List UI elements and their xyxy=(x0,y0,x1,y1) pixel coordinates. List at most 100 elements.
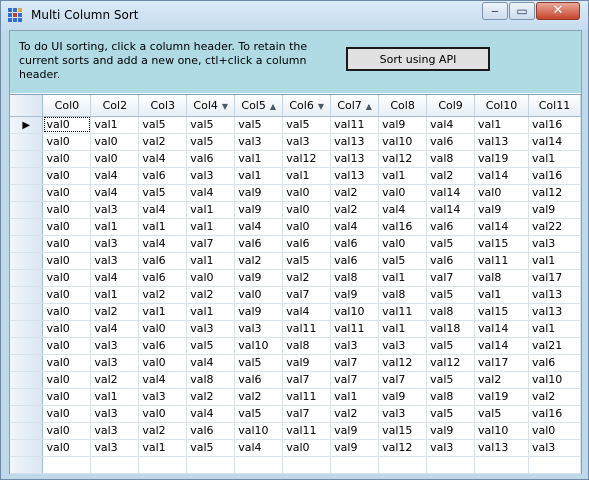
row-header-cell[interactable] xyxy=(10,354,44,372)
grid-cell[interactable]: val8 xyxy=(378,286,428,304)
grid-cell[interactable]: val6 xyxy=(186,150,236,168)
grid-cell[interactable]: val8 xyxy=(426,303,476,321)
grid-cell[interactable] xyxy=(42,456,92,474)
grid-cell[interactable]: val5 xyxy=(138,116,188,134)
grid-cell[interactable]: val14 xyxy=(426,184,476,202)
table-row[interactable]: val0 val0 val4 val6 val1 val12 val13 val12 val8 v… xyxy=(10,150,582,168)
grid-cell[interactable]: val0 xyxy=(42,286,92,304)
grid-cell[interactable]: val1 xyxy=(138,439,188,457)
grid-cell[interactable]: val0 xyxy=(42,371,92,389)
row-header-cell[interactable] xyxy=(10,320,44,338)
grid-cell[interactable]: val0 xyxy=(90,133,140,151)
close-button[interactable]: ✕ xyxy=(536,2,580,20)
grid-cell[interactable]: val1 xyxy=(528,150,582,168)
grid-cell[interactable]: val9 xyxy=(330,439,380,457)
grid-cell[interactable]: val4 xyxy=(186,184,236,202)
grid-cell[interactable] xyxy=(282,456,332,474)
grid-cell[interactable]: val0 xyxy=(42,116,92,134)
grid-cell[interactable]: val9 xyxy=(426,422,476,440)
grid-cell[interactable]: val0 xyxy=(138,405,188,423)
grid-cell[interactable]: val19 xyxy=(474,150,529,168)
grid-cell[interactable]: val7 xyxy=(282,371,332,389)
grid-cell[interactable]: val3 xyxy=(234,320,284,338)
grid-cell[interactable]: val2 xyxy=(282,269,332,287)
grid-cell[interactable] xyxy=(138,456,188,474)
grid-cell[interactable]: val6 xyxy=(426,252,476,270)
grid-cell[interactable]: val2 xyxy=(474,371,529,389)
grid-cell[interactable]: val21 xyxy=(528,337,582,355)
grid-cell[interactable]: val10 xyxy=(474,422,529,440)
grid-cell[interactable]: val10 xyxy=(330,303,380,321)
grid-cell[interactable]: val10 xyxy=(528,371,582,389)
table-row[interactable]: val0 val4 val5 val4 val9 val0 val2 val0 val14 val… xyxy=(10,184,582,202)
column-header-col10[interactable]: Col10 xyxy=(474,95,529,117)
grid-cell[interactable]: val12 xyxy=(378,150,428,168)
grid-cell[interactable]: val18 xyxy=(426,320,476,338)
grid-cell[interactable]: val6 xyxy=(186,422,236,440)
column-header-col8[interactable]: Col8 xyxy=(378,95,428,117)
grid-cell[interactable]: val7 xyxy=(282,405,332,423)
grid-cell[interactable] xyxy=(90,456,140,474)
grid-cell[interactable]: val6 xyxy=(138,337,188,355)
row-header-cell[interactable] xyxy=(10,201,44,219)
grid-cell[interactable]: val0 xyxy=(186,269,236,287)
grid-cell[interactable]: val13 xyxy=(330,167,380,185)
grid-cell[interactable]: val3 xyxy=(426,439,476,457)
grid-cell[interactable]: val0 xyxy=(42,235,92,253)
table-row[interactable]: val0 val3 val4 val1 val9 val0 val2 val4 val14 val… xyxy=(10,201,582,219)
grid-cell[interactable]: val3 xyxy=(90,337,140,355)
grid-cell[interactable]: val12 xyxy=(378,354,428,372)
grid-cell[interactable]: val3 xyxy=(90,405,140,423)
grid-cell[interactable] xyxy=(234,456,284,474)
column-header-col2[interactable]: Col2 xyxy=(90,95,140,117)
grid-cell[interactable]: val1 xyxy=(330,388,380,406)
table-row[interactable]: val0 val4 val0 val3 val3 val11 val11 val1 val18 v… xyxy=(10,320,582,338)
grid-cell[interactable]: val6 xyxy=(138,167,188,185)
grid-cell[interactable]: val14 xyxy=(474,337,529,355)
row-header-cell[interactable] xyxy=(10,439,44,457)
grid-cell[interactable]: val4 xyxy=(138,235,188,253)
grid-cell[interactable]: val2 xyxy=(138,133,188,151)
grid-cell[interactable] xyxy=(474,456,529,474)
grid-cell[interactable]: val3 xyxy=(90,354,140,372)
grid-cell[interactable]: val11 xyxy=(474,252,529,270)
grid-cell[interactable]: val7 xyxy=(282,286,332,304)
grid-cell[interactable]: val7 xyxy=(426,269,476,287)
grid-cell[interactable]: val1 xyxy=(378,269,428,287)
sort-using-api-button[interactable]: Sort using API xyxy=(346,47,490,71)
grid-cell[interactable] xyxy=(378,456,428,474)
grid-cell[interactable]: val1 xyxy=(234,167,284,185)
grid-cell[interactable]: val14 xyxy=(474,218,529,236)
row-header-cell[interactable] xyxy=(10,405,44,423)
grid-cell[interactable]: val5 xyxy=(426,405,476,423)
grid-cell[interactable]: val0 xyxy=(42,252,92,270)
grid-cell[interactable]: val6 xyxy=(234,235,284,253)
grid-cell[interactable]: val22 xyxy=(528,218,582,236)
data-grid[interactable]: Col0 Col2 Col3 Col4 ▼ Col5 ▲ Col6 ▼ Col7 ▲ Col8 Col9… xyxy=(10,94,582,474)
row-header-cell[interactable] xyxy=(10,133,44,151)
grid-cell[interactable]: val1 xyxy=(186,218,236,236)
grid-cell[interactable]: val12 xyxy=(528,184,582,202)
grid-cell[interactable]: val13 xyxy=(330,150,380,168)
grid-cell[interactable]: val0 xyxy=(282,201,332,219)
grid-cell[interactable]: val1 xyxy=(90,116,140,134)
column-header-col0[interactable]: Col0 xyxy=(42,95,92,117)
row-header-cell[interactable] xyxy=(10,456,44,474)
grid-cell[interactable]: val4 xyxy=(90,167,140,185)
row-header-cell[interactable] xyxy=(10,337,44,355)
grid-cell[interactable]: val0 xyxy=(138,354,188,372)
grid-cell[interactable]: val17 xyxy=(474,354,529,372)
column-header-col4[interactable]: Col4 ▼ xyxy=(186,95,236,117)
grid-cell[interactable]: val2 xyxy=(138,286,188,304)
grid-cell[interactable] xyxy=(330,456,380,474)
grid-cell[interactable]: val3 xyxy=(378,405,428,423)
table-row[interactable]: val0 val1 val2 val2 val0 val7 val9 val8 val5 val1… xyxy=(10,286,582,304)
grid-cell[interactable]: val15 xyxy=(474,303,529,321)
grid-cell[interactable]: val4 xyxy=(234,439,284,457)
grid-cell[interactable]: val6 xyxy=(234,371,284,389)
row-header-cell[interactable] xyxy=(10,218,44,236)
grid-cell[interactable]: val6 xyxy=(426,133,476,151)
grid-cell[interactable]: val7 xyxy=(378,371,428,389)
grid-cell[interactable]: val14 xyxy=(474,320,529,338)
grid-cell[interactable]: val5 xyxy=(426,235,476,253)
